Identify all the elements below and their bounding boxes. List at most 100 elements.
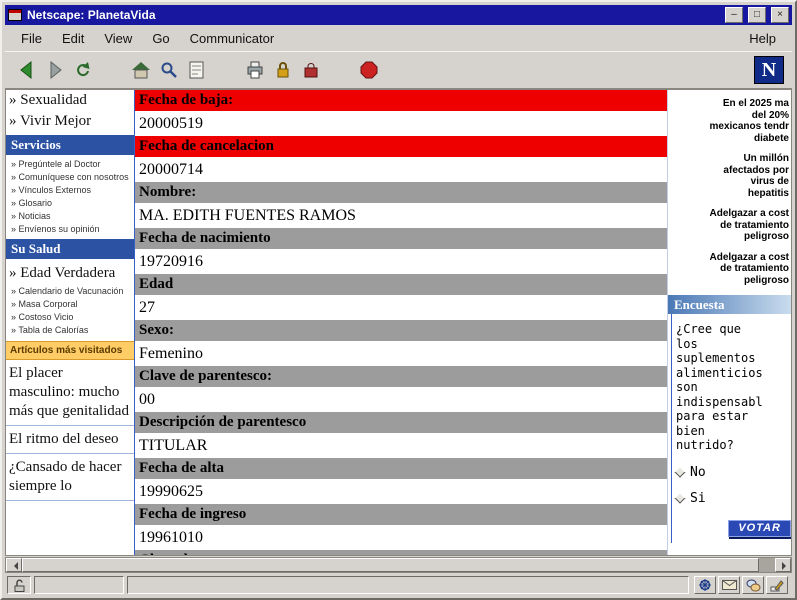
news-headline[interactable]: Adelgazar a cost de tratamiento peligros…	[671, 208, 789, 243]
forward-icon	[43, 58, 67, 82]
back-button[interactable]	[13, 56, 41, 84]
edad-verdadera-link[interactable]: » Edad Verdadera	[6, 262, 134, 285]
discussions-bubbles-icon	[746, 579, 761, 592]
sidebar-link[interactable]: » Tabla de Calorías	[6, 324, 134, 337]
record-field: Nombre: MA. EDITH FUENTES RAMOS	[135, 182, 667, 228]
field-label: Sexo:	[135, 320, 667, 341]
poll-question: ¿Cree que los suplementos alimenticios s…	[676, 322, 789, 453]
news-headline[interactable]: Un millón afectados por virus de hepatit…	[671, 153, 789, 199]
menubar: File Edit View Go Communicator Help	[5, 25, 792, 51]
left-sidebar: » Sexualidad » Vivir Mejor Servicios » P…	[6, 90, 135, 555]
scrollbar-thumb[interactable]	[22, 558, 759, 572]
poll-option[interactable]: No	[676, 466, 789, 479]
sidebar-link[interactable]: » Comuníquese con nosotros	[6, 171, 134, 184]
articulos-list: El placer masculino: mucho más que genit…	[6, 360, 134, 501]
security-lock-icon	[271, 58, 295, 82]
field-label: Clave de status	[135, 550, 667, 555]
home-icon	[129, 58, 153, 82]
print-icon	[243, 58, 267, 82]
close-button[interactable]: ×	[771, 7, 789, 23]
shop-button[interactable]	[297, 56, 325, 84]
progress-meter	[34, 576, 124, 594]
poll-option-label: Si	[690, 492, 706, 505]
forward-button[interactable]	[41, 56, 69, 84]
poll-option[interactable]: Si	[676, 492, 789, 505]
netscape-window: Netscape: PlanetaVida – □ × File Edit Vi…	[0, 0, 797, 600]
sidebar-link[interactable]: » Calendario de Vacunación	[6, 285, 134, 298]
sidebar-link[interactable]: » Envíenos su opinión	[6, 223, 134, 236]
search-button[interactable]	[155, 56, 183, 84]
component-bar	[692, 576, 790, 594]
sidebar-link[interactable]: » Pregúntele al Doctor	[6, 158, 134, 171]
minimize-button[interactable]: –	[725, 7, 743, 23]
security-button[interactable]	[269, 56, 297, 84]
menu-item[interactable]: Edit	[52, 27, 94, 50]
stop-icon	[357, 58, 381, 82]
sidebar-link[interactable]: » Glosario	[6, 197, 134, 210]
titlebar[interactable]: Netscape: PlanetaVida – □ ×	[5, 5, 792, 25]
back-icon	[15, 58, 39, 82]
radio-diamond-icon[interactable]	[674, 466, 685, 477]
stop-button[interactable]	[355, 56, 383, 84]
print-button[interactable]	[241, 56, 269, 84]
composer-pen-icon	[770, 578, 784, 592]
maximize-button[interactable]: □	[748, 7, 766, 23]
field-value: Femenino	[135, 341, 667, 366]
news-headline[interactable]: En el 2025 ma del 20% mexicanos tendr di…	[671, 98, 789, 144]
shop-icon	[299, 58, 323, 82]
field-value: 19720916	[135, 249, 667, 274]
sidebar-link[interactable]: » Sexualidad	[6, 90, 134, 111]
sidebar-top-links: » Sexualidad » Vivir Mejor	[6, 90, 134, 132]
scroll-right-icon[interactable]	[775, 558, 791, 572]
app-icon	[8, 9, 22, 21]
record-field: Fecha de nacimiento 19720916	[135, 228, 667, 274]
menu-items: File Edit View Go Communicator	[11, 27, 284, 50]
news-headline[interactable]: Adelgazar a cost de tratamiento peligros…	[671, 252, 789, 287]
article-link[interactable]: El placer masculino: mucho más que genit…	[6, 360, 134, 426]
record-field: Fecha de ingreso 19961010	[135, 504, 667, 550]
field-label: Fecha de alta	[135, 458, 667, 479]
menu-item[interactable]: File	[11, 27, 52, 50]
field-label: Fecha de nacimiento	[135, 228, 667, 249]
menu-item[interactable]: Communicator	[180, 27, 285, 50]
horizontal-scrollbar[interactable]	[5, 557, 792, 573]
menu-help[interactable]: Help	[739, 27, 786, 50]
sidebar-link[interactable]: » Masa Corporal	[6, 298, 134, 311]
field-label: Nombre:	[135, 182, 667, 203]
sidebar-link[interactable]: » Vivir Mejor	[6, 111, 134, 132]
field-value: 20000519	[135, 111, 667, 136]
encuesta-header: Encuesta	[668, 295, 791, 314]
reload-button[interactable]	[69, 56, 97, 84]
field-label: Fecha de baja:	[135, 90, 667, 111]
security-status[interactable]	[7, 576, 31, 594]
right-panel: En el 2025 ma del 20% mexicanos tendr di…	[667, 90, 791, 555]
menu-item[interactable]: Go	[142, 27, 179, 50]
discussions-button[interactable]	[742, 576, 764, 594]
mailbox-button[interactable]	[718, 576, 740, 594]
home-button[interactable]	[127, 56, 155, 84]
sidebar-link[interactable]: » Noticias	[6, 210, 134, 223]
record-field: Edad 27	[135, 274, 667, 320]
field-value: 19990625	[135, 479, 667, 504]
composer-button[interactable]	[766, 576, 788, 594]
article-link[interactable]: ¿Cansado de hacer siempre lo	[6, 454, 134, 501]
search-icon	[157, 58, 181, 82]
record-field: Clave de parentesco: 00	[135, 366, 667, 412]
votar-button[interactable]: VOTAR	[728, 520, 791, 537]
field-label: Descripción de parentesco	[135, 412, 667, 433]
field-value: MA. EDITH FUENTES RAMOS	[135, 203, 667, 228]
guide-button[interactable]	[183, 56, 211, 84]
sidebar-link[interactable]: » Costoso Vicio	[6, 311, 134, 324]
field-value: 27	[135, 295, 667, 320]
menu-item[interactable]: View	[94, 27, 142, 50]
poll-option-label: No	[690, 466, 706, 479]
record-area: Fecha de baja: 20000519 Fecha de cancela…	[135, 90, 667, 555]
sidebar-link[interactable]: » Vínculos Externos	[6, 184, 134, 197]
scroll-left-icon[interactable]	[6, 558, 22, 572]
article-link[interactable]: El ritmo del deseo	[6, 426, 134, 454]
servicios-links: » Pregúntele al Doctor » Comuníquese con…	[6, 158, 134, 236]
radio-diamond-icon[interactable]	[674, 492, 685, 503]
padlock-open-icon	[12, 578, 26, 592]
navigator-button[interactable]	[694, 576, 716, 594]
netscape-logo[interactable]: N	[754, 56, 784, 84]
